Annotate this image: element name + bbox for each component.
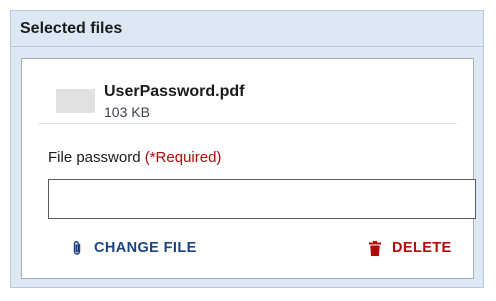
trash-icon <box>368 240 382 256</box>
delete-label: DELETE <box>392 240 452 256</box>
change-file-label: CHANGE FILE <box>94 240 197 256</box>
change-file-button[interactable]: CHANGE FILE <box>70 237 197 259</box>
selected-files-panel: Selected files UserPassword.pdf 103 KB F… <box>10 10 484 288</box>
password-label-text: File password <box>48 149 141 166</box>
file-size: 103 KB <box>104 104 150 120</box>
password-label: File password (*Required) <box>48 149 221 166</box>
panel-title: Selected files <box>20 19 123 37</box>
delete-button[interactable]: DELETE <box>368 237 452 259</box>
file-card: UserPassword.pdf 103 KB File password (*… <box>21 58 476 279</box>
file-item: UserPassword.pdf 103 KB <box>38 75 457 124</box>
paperclip-icon <box>70 240 84 256</box>
required-note: (*Required) <box>144 149 222 166</box>
file-password-input[interactable] <box>48 179 476 219</box>
file-name: UserPassword.pdf <box>104 83 245 100</box>
file-thumbnail <box>56 89 95 113</box>
panel-header: Selected files <box>11 11 483 47</box>
